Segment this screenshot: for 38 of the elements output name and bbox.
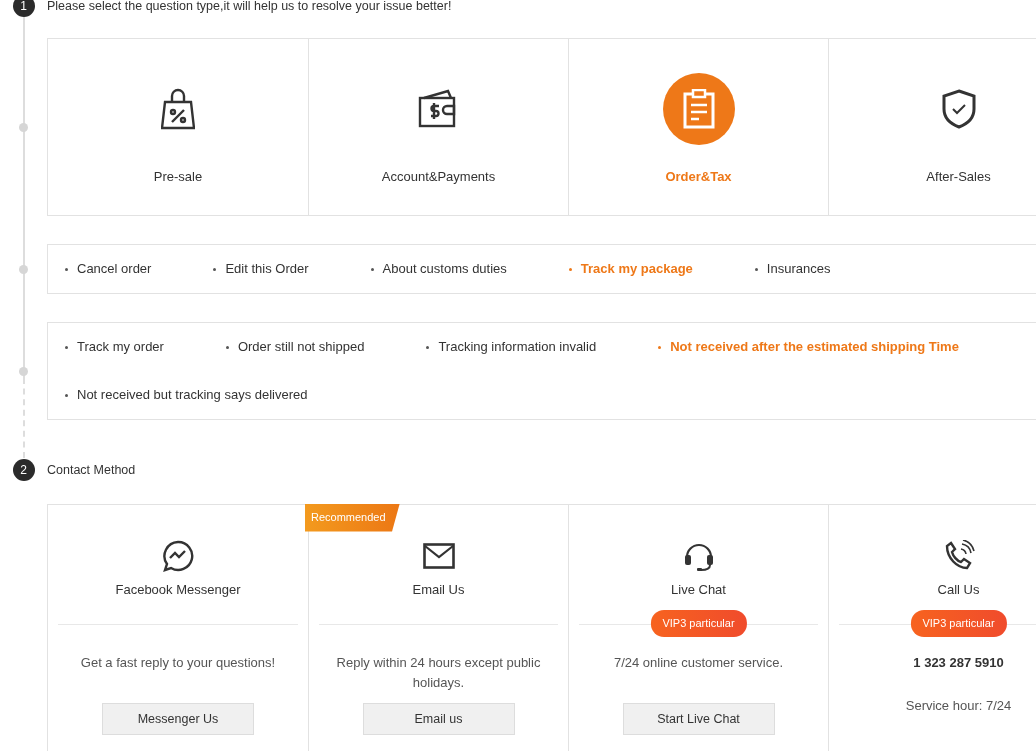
option-link[interactable]: Track my order	[65, 323, 164, 371]
shield-check-icon	[941, 89, 976, 129]
option-link[interactable]: Tracking information invalid	[426, 323, 597, 371]
vip-badge: VIP3 particular	[910, 610, 1007, 637]
timeline-dot	[19, 122, 28, 132]
question-type-tab[interactable]: Pre-sale	[48, 39, 308, 215]
question-type-tab[interactable]: Account&Payments	[308, 39, 568, 215]
envelope-icon	[422, 543, 455, 569]
chat-bubble-icon	[162, 540, 194, 572]
clipboard-icon	[681, 89, 716, 129]
option-link[interactable]: Insurances	[754, 245, 831, 293]
timeline-dot	[19, 264, 28, 274]
option-link[interactable]: Edit this Order	[213, 245, 309, 293]
contact-button[interactable]: Messenger Us	[102, 702, 254, 735]
contact-description: Reply within 24 hours except public holidays.	[335, 653, 542, 692]
option-link[interactable]: About customs duties	[370, 245, 507, 293]
timeline-dot	[19, 366, 28, 376]
option-link[interactable]: Order still not shipped	[225, 323, 365, 371]
contact-method-title: Email Us	[412, 581, 465, 599]
phone-number: 1 323 287 5910	[913, 653, 1004, 672]
contact-button[interactable]: Email us	[362, 702, 515, 735]
step-title: Contact Method	[47, 461, 137, 479]
step-number: 1	[12, 0, 35, 17]
contact-method-title: Live Chat	[671, 581, 726, 599]
recommended-ribbon: Recommended	[305, 504, 400, 532]
contact-method-title: Call Us	[937, 581, 980, 599]
option-link[interactable]: Not received but tracking says delivered	[65, 371, 308, 419]
contact-method-title: Facebook Messenger	[115, 581, 241, 599]
contact-description: 7/24 online customer service.	[612, 653, 785, 672]
step-number: 2	[12, 459, 35, 481]
service-hours: Service hour: 7/24	[905, 696, 1012, 715]
shopping-bag-icon	[161, 88, 195, 130]
option-link[interactable]: Cancel order	[65, 245, 152, 293]
step-title: Please select the question type,it will help us to resolve your issue better!	[47, 0, 453, 15]
contact-button[interactable]: Start Live Chat	[622, 702, 775, 735]
vip-badge: VIP3 particular	[650, 610, 747, 637]
question-type-tab[interactable]: After-Sales	[828, 39, 1036, 215]
contact-description: Get a fast reply to your questions!	[79, 653, 277, 672]
